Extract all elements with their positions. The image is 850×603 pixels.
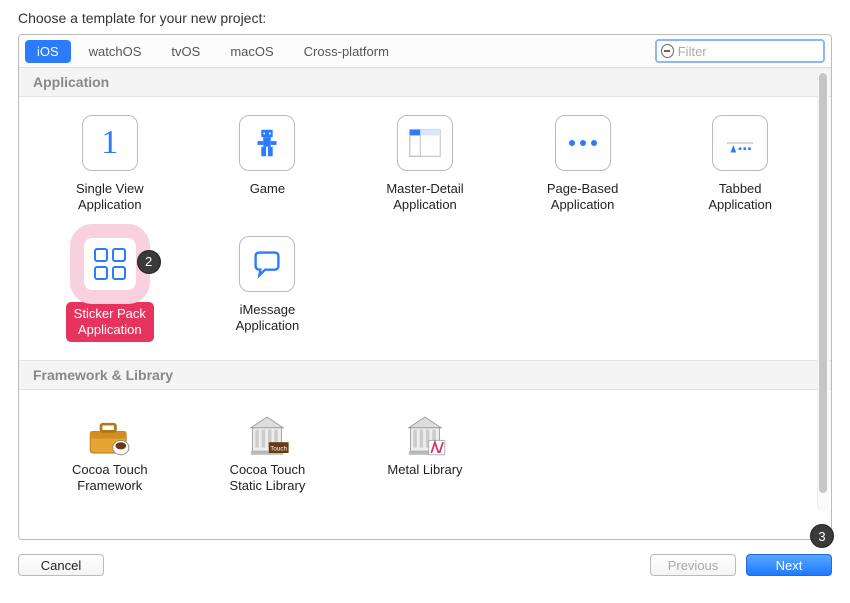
template-label: TabbedApplication [708, 181, 772, 214]
scrollbar[interactable] [817, 71, 829, 511]
template-label: Cocoa TouchStatic Library [229, 462, 305, 495]
template-tabbed[interactable]: TabbedApplication [661, 111, 819, 218]
template-label: Cocoa TouchFramework [72, 462, 148, 495]
section-header-application: Application [19, 68, 831, 97]
template-single-view[interactable]: 1 Single ViewApplication [31, 111, 189, 218]
metal-library-icon [398, 408, 452, 462]
sticker-pack-icon [82, 236, 138, 292]
tab-ios[interactable]: iOS [25, 40, 71, 63]
template-label: iMessageApplication [236, 302, 300, 335]
template-label: Sticker PackApplication [66, 302, 154, 343]
filter-icon [661, 44, 674, 58]
imessage-icon [239, 236, 295, 292]
next-button[interactable]: Next [746, 554, 832, 576]
annotation-badge-2: 2 [137, 250, 161, 274]
tab-cross-platform[interactable]: Cross-platform [292, 40, 401, 63]
template-label: Page-BasedApplication [547, 181, 619, 214]
scrollbar-thumb[interactable] [819, 73, 827, 493]
template-label: Metal Library [387, 462, 462, 478]
tabbed-icon [712, 115, 768, 171]
game-icon [239, 115, 295, 171]
cancel-button[interactable]: Cancel [18, 554, 104, 576]
template-label: Game [250, 181, 285, 197]
filter-field[interactable] [655, 39, 825, 63]
page-based-icon [555, 115, 611, 171]
template-panel: iOS watchOS tvOS macOS Cross-platform Ap… [18, 34, 832, 540]
template-label: Master-DetailApplication [386, 181, 463, 214]
template-sticker-pack[interactable]: 2 Sticker PackApplication [31, 232, 189, 347]
section-header-framework: Framework & Library [19, 360, 831, 390]
previous-button: Previous [650, 554, 736, 576]
framework-grid: Cocoa TouchFramework Touch Cocoa TouchSt… [19, 390, 831, 513]
template-metal-library[interactable]: Metal Library [346, 404, 504, 499]
template-imessage[interactable]: iMessageApplication [189, 232, 347, 347]
single-view-icon: 1 [82, 115, 138, 171]
filter-input[interactable] [678, 44, 819, 59]
tab-watchos[interactable]: watchOS [77, 40, 154, 63]
dialog-button-row: Cancel Previous Next 3 [0, 540, 850, 576]
template-cocoa-touch-framework[interactable]: Cocoa TouchFramework [31, 404, 189, 499]
tab-tvos[interactable]: tvOS [159, 40, 212, 63]
annotation-badge-3: 3 [810, 524, 834, 548]
toolbox-icon [83, 408, 137, 462]
dialog-title: Choose a template for your new project: [0, 0, 850, 34]
platform-toolbar: iOS watchOS tvOS macOS Cross-platform [19, 35, 831, 68]
tab-macos[interactable]: macOS [218, 40, 285, 63]
template-page-based[interactable]: Page-BasedApplication [504, 111, 662, 218]
template-game[interactable]: Game [189, 111, 347, 218]
template-cocoa-touch-static[interactable]: Touch Cocoa TouchStatic Library [189, 404, 347, 499]
template-label: Single ViewApplication [76, 181, 144, 214]
library-building-icon: Touch [240, 408, 294, 462]
template-master-detail[interactable]: Master-DetailApplication [346, 111, 504, 218]
template-scroll-area[interactable]: Application 1 Single ViewApplication Gam… [19, 68, 831, 540]
svg-text:Touch: Touch [271, 445, 288, 452]
application-grid: 1 Single ViewApplication Game Master-Det… [19, 97, 831, 360]
master-detail-icon [397, 115, 453, 171]
